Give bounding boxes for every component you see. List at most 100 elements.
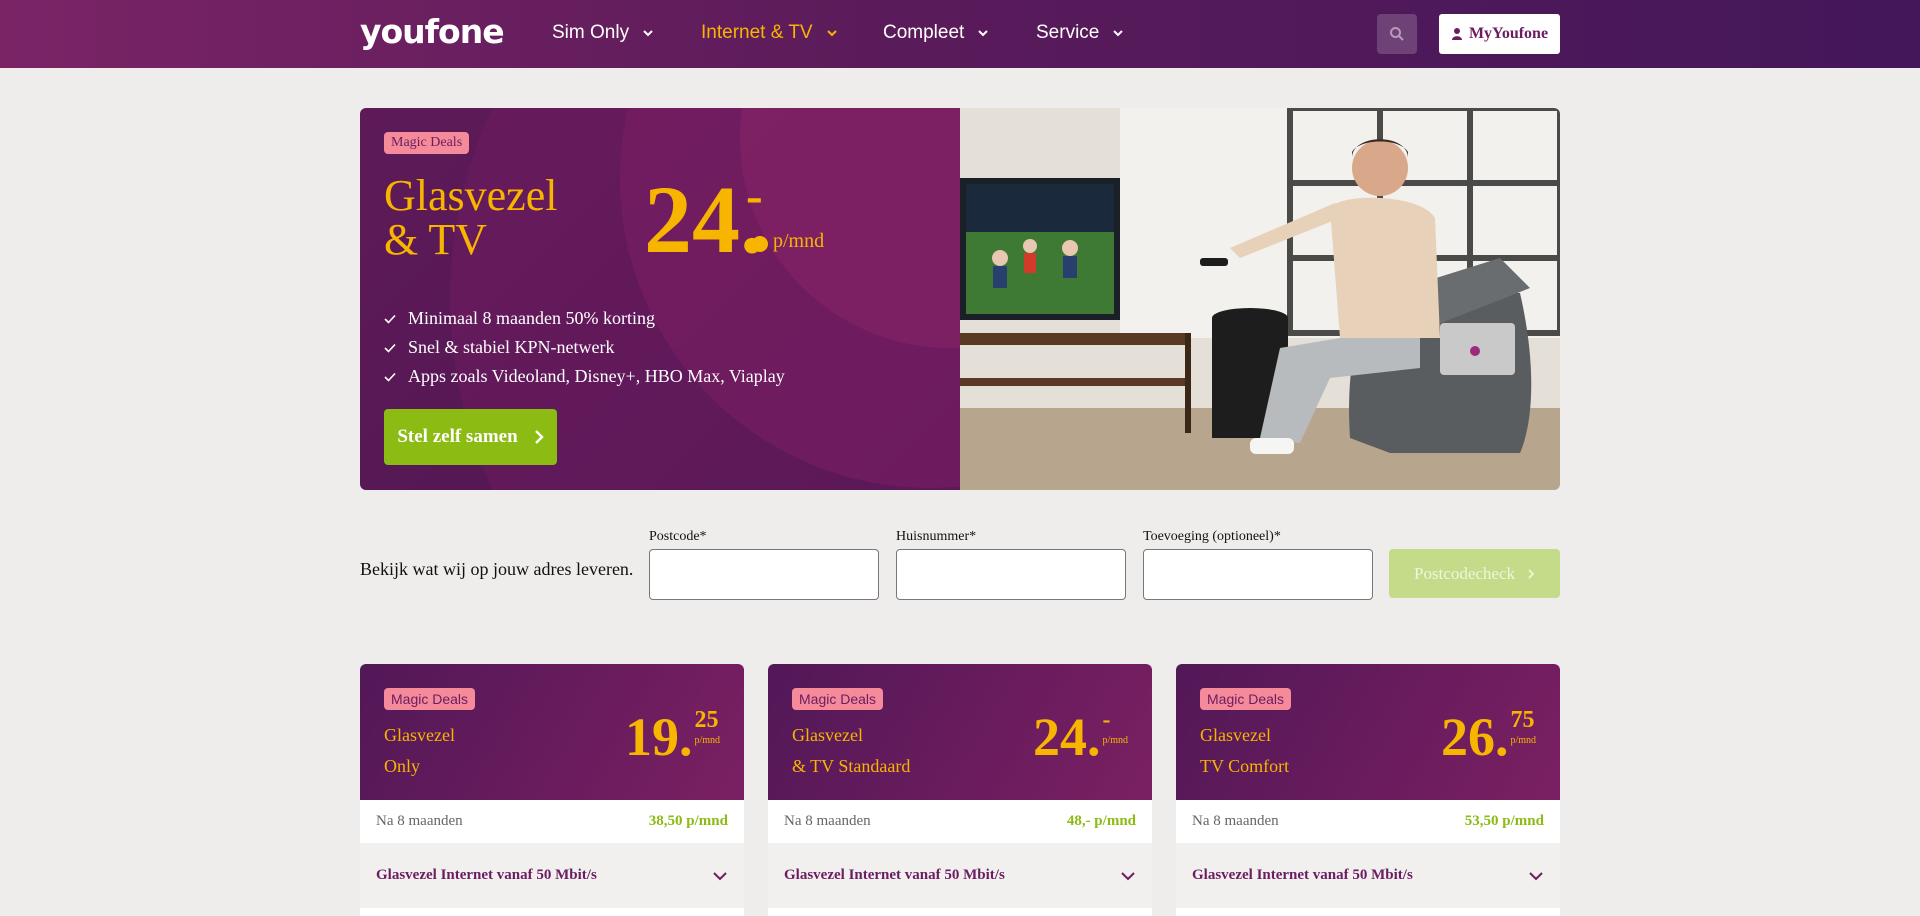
stel-zelf-samen-button[interactable]: Stel zelf samen	[384, 409, 557, 465]
after-period-label: Na 8 maanden	[784, 813, 871, 829]
chevron-down-icon	[713, 871, 727, 880]
card-price-unit: p/mnd	[1102, 735, 1128, 746]
myyoufone-label: MyYoufone	[1468, 25, 1549, 42]
nav-item-label: Service	[1036, 22, 1100, 43]
card-accordion-internet[interactable]: Glasvezel Internet vanaf 50 Mbit/s	[1176, 843, 1560, 908]
hero-price-suffix: -	[746, 167, 763, 223]
card-price-fraction: 75 p/mnd	[1510, 704, 1536, 746]
magic-deals-badge: Magic Deals	[384, 132, 470, 154]
product-card-glasvezel-tv-comfort[interactable]: Magic Deals Glasvezel TV Comfort 26. 75 …	[1176, 664, 1560, 916]
search-button[interactable]	[1377, 14, 1417, 54]
nav-item-label: Internet & TV	[701, 22, 813, 43]
usp-list: Minimaal 8 maanden 50% korting Snel & st…	[384, 304, 785, 391]
nav-item-compleet[interactable]: Compleet	[883, 22, 990, 44]
card-price-decimals: 75	[1510, 707, 1535, 733]
accordion-title: Glasvezel Internet vanaf 50 Mbit/s	[376, 867, 597, 883]
card-product-name-line: & TV Standaard	[792, 756, 911, 776]
card-header: Magic Deals Glasvezel TV Comfort 26. 75 …	[1176, 664, 1560, 800]
magic-deals-badge: Magic Deals	[1200, 688, 1292, 710]
card-accordion-internet[interactable]: Glasvezel Internet vanaf 50 Mbit/s	[360, 843, 744, 908]
nav-item-label: Sim Only	[552, 22, 630, 43]
product-card-glasvezel-tv-standaard[interactable]: Magic Deals Glasvezel & TV Standaard 24.…	[768, 664, 1152, 916]
postcode-input[interactable]	[649, 549, 879, 600]
card-product-name-line: Glasvezel	[1200, 725, 1271, 745]
price-dot	[752, 236, 768, 252]
nav-item-service[interactable]: Service	[1036, 22, 1125, 44]
cta-label: Stel zelf samen	[397, 426, 518, 447]
card-price-decimals: -	[1102, 707, 1111, 733]
chevron-down-icon	[826, 30, 837, 37]
chevron-down-icon	[978, 30, 989, 37]
card-product-name: Glasvezel TV Comfort	[1200, 720, 1289, 782]
card-price-decimals: 25	[694, 707, 719, 733]
card-product-name: Glasvezel & TV Standaard	[792, 720, 910, 782]
card-price: 26. 75 p/mnd	[1441, 704, 1536, 770]
chevron-down-icon	[1121, 871, 1135, 880]
card-price: 24. - p/mnd	[1033, 704, 1128, 770]
nav-item-sim-only[interactable]: Sim Only	[552, 22, 655, 44]
huisnummer-input[interactable]	[896, 549, 1126, 600]
card-product-name-line: Glasvezel	[792, 725, 863, 745]
toevoeging-input[interactable]	[1143, 549, 1373, 600]
card-price: 19. 25 p/mnd	[625, 704, 720, 770]
postcodecheck-button[interactable]: Postcodecheck	[1389, 549, 1560, 598]
card-product-name: Glasvezel Only	[384, 720, 455, 782]
hero-content: Magic Deals Glasvezel & TV 24. - p/mnd M…	[360, 108, 960, 490]
magic-deals-badge: Magic Deals	[792, 688, 884, 710]
address-intro-text: Bekijk wat wij op jouw adres leveren.	[360, 559, 634, 579]
after-period-label: Na 8 maanden	[376, 813, 463, 829]
check-icon	[384, 372, 396, 382]
card-header: Magic Deals Glasvezel & TV Standaard 24.…	[768, 664, 1152, 800]
card-accordion-internet[interactable]: Glasvezel Internet vanaf 50 Mbit/s	[768, 843, 1152, 908]
usp-text: Minimaal 8 maanden 50% korting	[408, 308, 655, 328]
magic-deals-badge: Magic Deals	[384, 688, 476, 710]
accordion-title: Glasvezel Internet vanaf 50 Mbit/s	[784, 867, 1005, 883]
card-product-name-line: Only	[384, 756, 420, 776]
after-period-price: 53,50 p/mnd	[1464, 813, 1544, 829]
youfone-logo[interactable]: youfone	[360, 12, 505, 51]
after-period-price: 48,- p/mnd	[1066, 813, 1136, 829]
after-period-price: 38,50 p/mnd	[648, 813, 728, 829]
hero-title: Glasvezel & TV	[384, 174, 557, 262]
toevoeging-label: Toevoeging (optioneel)*	[1143, 529, 1281, 544]
postcode-label: Postcode*	[649, 529, 707, 544]
card-after-period: Na 8 maanden 48,- p/mnd	[768, 800, 1152, 843]
hero-photo-man-watching-tv	[960, 108, 1560, 490]
card-price-integer: 26.	[1440, 707, 1509, 767]
huisnummer-label: Huisnummer*	[896, 529, 977, 544]
check-icon	[384, 314, 396, 324]
check-icon	[384, 343, 396, 353]
chevron-down-icon	[1113, 30, 1124, 37]
search-icon	[1390, 27, 1404, 41]
chevron-right-icon	[1528, 568, 1535, 579]
usp-text: Snel & stabiel KPN-netwerk	[408, 337, 615, 357]
card-after-period: Na 8 maanden 53,50 p/mnd	[1176, 800, 1560, 843]
card-price-fraction: 25 p/mnd	[694, 704, 720, 746]
chevron-down-icon	[1529, 871, 1543, 880]
card-after-period: Na 8 maanden 38,50 p/mnd	[360, 800, 744, 843]
nav-item-label: Compleet	[883, 22, 965, 43]
hero-banner: Magic Deals Glasvezel & TV 24. - p/mnd M…	[360, 108, 1560, 490]
card-product-name-line: Glasvezel	[384, 725, 455, 745]
product-card-glasvezel-only[interactable]: Magic Deals Glasvezel Only 19. 25 p/mnd …	[360, 664, 744, 916]
nav-item-internet-tv[interactable]: Internet & TV	[701, 22, 839, 44]
accordion-title: Glasvezel Internet vanaf 50 Mbit/s	[1192, 867, 1413, 883]
hero-price-unit: p/mnd	[773, 230, 825, 252]
card-header: Magic Deals Glasvezel Only 19. 25 p/mnd	[360, 664, 744, 800]
card-price-unit: p/mnd	[1510, 735, 1536, 746]
hero-title-line: Glasvezel	[384, 171, 558, 220]
chevron-right-icon	[534, 430, 544, 444]
top-navigation: youfone Sim Only Internet & TV Compleet …	[0, 0, 1920, 68]
user-icon	[1451, 28, 1462, 40]
card-price-integer: 19.	[624, 707, 693, 767]
card-price-fraction: - p/mnd	[1102, 704, 1128, 746]
card-price-integer: 24.	[1032, 707, 1101, 767]
chevron-down-icon	[643, 30, 653, 37]
card-product-name-line: TV Comfort	[1200, 756, 1290, 776]
after-period-label: Na 8 maanden	[1192, 813, 1279, 829]
myyoufone-button[interactable]: MyYoufone	[1439, 14, 1560, 54]
hero-title-line: & TV	[384, 215, 488, 264]
usp-item: Minimaal 8 maanden 50% korting	[384, 304, 785, 333]
usp-item: Apps zoals Videoland, Disney+, HBO Max, …	[384, 362, 785, 391]
usp-item: Snel & stabiel KPN-netwerk	[384, 333, 785, 362]
